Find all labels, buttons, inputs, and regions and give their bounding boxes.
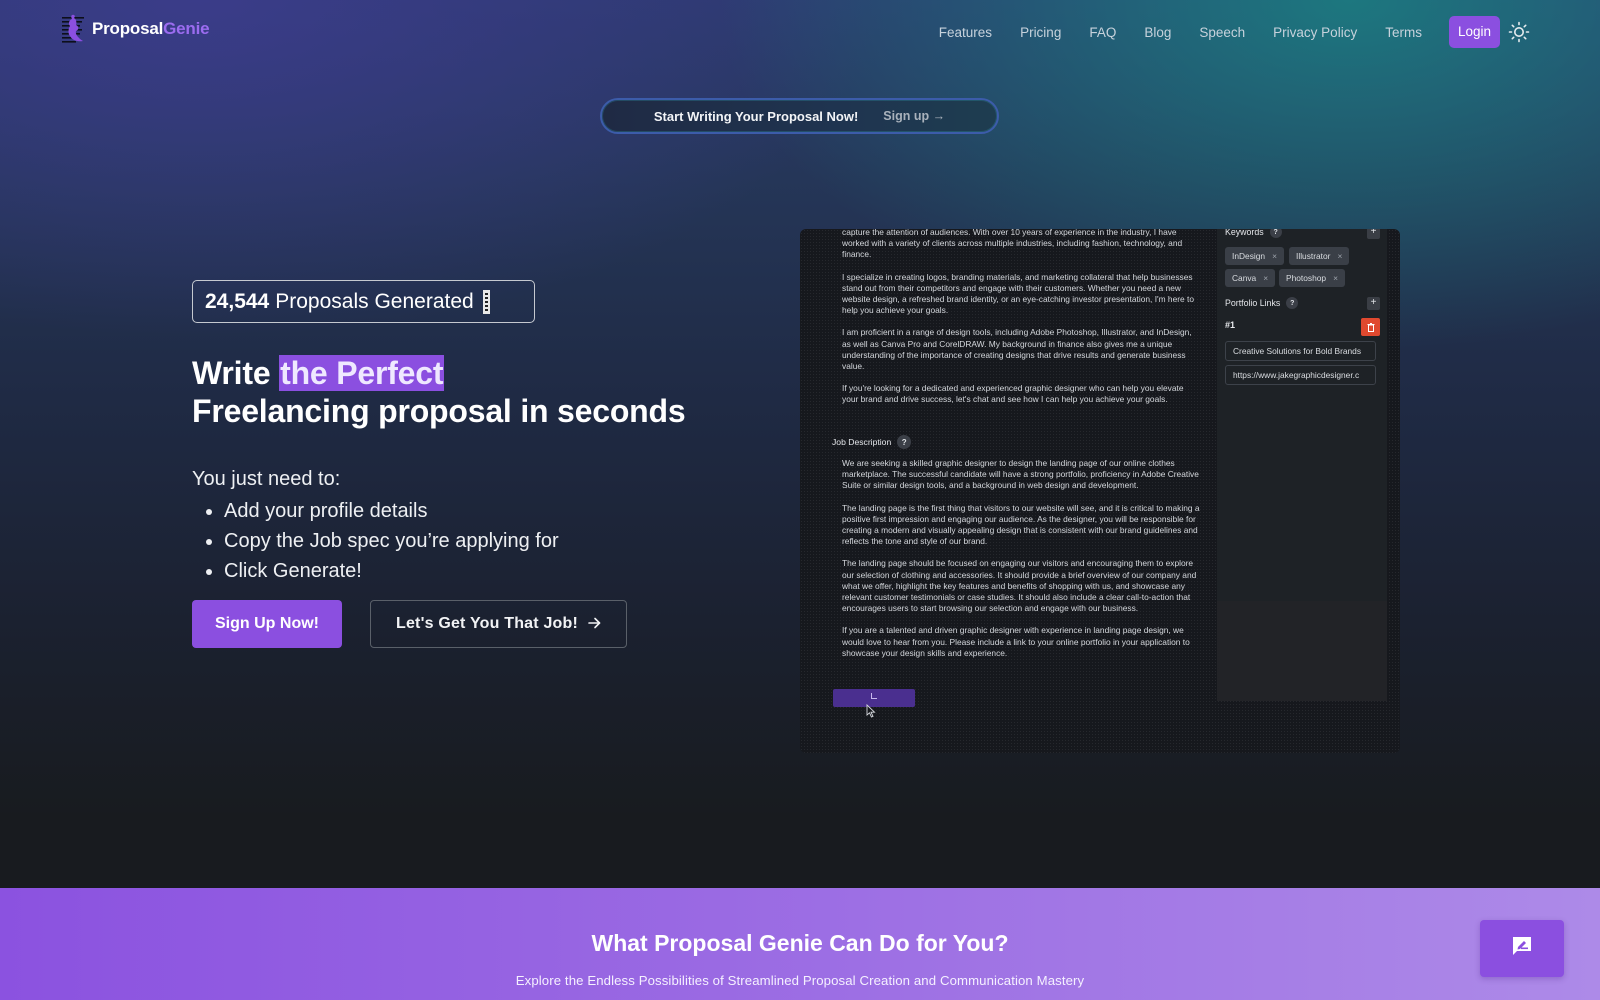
proposals-counter: 24,544 Proposals Generated <box>192 280 535 323</box>
features-subtitle: Explore the Endless Possibilities of Str… <box>515 973 1085 988</box>
nav-link-pricing[interactable]: Pricing <box>1020 25 1061 40</box>
mouse-pointer-icon <box>866 703 876 718</box>
top-navigation: ProposalGenie Features Pricing FAQ Blog … <box>0 0 1600 64</box>
keyword-chip: InDesign × <box>1225 247 1284 265</box>
remove-keyword-icon[interactable]: × <box>1263 273 1268 283</box>
delete-portfolio-link-button[interactable] <box>1361 318 1380 336</box>
features-title: What Proposal Genie Can Do for You? <box>591 930 1009 956</box>
sign-up-now-button[interactable]: Sign Up Now! <box>192 600 342 648</box>
sun-icon[interactable] <box>1508 21 1530 43</box>
keyword-label: InDesign <box>1232 251 1266 261</box>
portfolio-item-number: #1 <box>1225 320 1236 330</box>
get-that-job-label: Let's Get You That Job! <box>395 615 579 632</box>
nav-link-blog[interactable]: Blog <box>1144 25 1171 40</box>
nav-link-terms[interactable]: Terms <box>1385 25 1422 40</box>
loading-spinner-icon <box>871 693 877 699</box>
remove-keyword-icon[interactable]: × <box>1333 273 1338 283</box>
profile-paragraph: I specialize in creating logos, branding… <box>842 271 1194 316</box>
hero-headline: Write the Perfect Freelancing proposal i… <box>192 354 686 430</box>
keywords-label: Keywords ? <box>1225 229 1282 238</box>
keyword-label: Photoshop <box>1286 273 1327 283</box>
counter-value: 24,544 <box>205 289 270 313</box>
keyword-chip: Photoshop × <box>1279 269 1345 287</box>
announcement-signup-link[interactable]: Sign up → <box>883 109 945 123</box>
steps-title: You just need to: <box>192 468 341 490</box>
headline-prefix: Write <box>192 355 280 391</box>
job-description-label: Job Description ? <box>832 435 912 449</box>
step-item: Add your profile details <box>204 496 559 526</box>
headline-line-2: Freelancing proposal in seconds <box>192 393 686 429</box>
portfolio-title-input[interactable]: Creative Solutions for Bold Brands <box>1225 341 1376 361</box>
remove-keyword-icon[interactable]: × <box>1337 251 1342 261</box>
trash-icon <box>1367 322 1374 332</box>
login-button[interactable]: Login <box>1448 16 1500 48</box>
nav-link-speech[interactable]: Speech <box>1199 25 1245 40</box>
keyword-chip: Illustrator × <box>1289 247 1350 265</box>
job-description-text[interactable]: We are seeking a skilled graphic designe… <box>842 458 1200 670</box>
job-paragraph: The landing page is the first thing that… <box>842 502 1200 547</box>
keyword-label: Illustrator <box>1296 251 1331 261</box>
help-icon[interactable]: ? <box>1286 297 1299 309</box>
steps-list: You just need to: Add your profile detai… <box>192 466 559 586</box>
help-icon[interactable]: ? <box>897 435 912 449</box>
portfolio-links-label: Portfolio Links ? <box>1225 297 1299 309</box>
add-keyword-button[interactable]: + <box>1367 229 1380 239</box>
remove-keyword-icon[interactable]: × <box>1272 251 1277 261</box>
announcement-banner[interactable]: Start Writing Your Proposal Now! Sign up… <box>600 98 999 134</box>
brand-name: ProposalGenie <box>92 19 210 38</box>
keyword-label: Canva <box>1232 273 1257 283</box>
profile-paragraph: If you're looking for a dedicated and ex… <box>842 383 1184 405</box>
nav-link-features[interactable]: Features <box>939 25 992 40</box>
portfolio-links-title: Portfolio Links <box>1225 298 1281 308</box>
keywords-title: Keywords <box>1225 229 1264 237</box>
headline-highlight: the Perfect <box>279 355 445 391</box>
counter-label: Proposals Generated <box>275 289 474 313</box>
sidebar-footer <box>1217 601 1387 701</box>
arrow-right-icon <box>588 616 601 633</box>
feedback-chat-button[interactable] <box>1480 920 1564 977</box>
profile-paragraph: capture the attention of audiences. With… <box>842 229 1183 260</box>
job-description-title: Job Description <box>832 437 892 447</box>
nav-link-privacy-policy[interactable]: Privacy Policy <box>1273 25 1357 40</box>
keyword-chip: Canva × <box>1225 269 1276 287</box>
nav-links: Features Pricing FAQ Blog Speech Privacy… <box>939 16 1500 48</box>
job-paragraph: If you are a talented and driven graphic… <box>842 625 1190 658</box>
job-paragraph: The landing page should be focused on en… <box>842 558 1197 614</box>
announcement-text: Start Writing Your Proposal Now! <box>653 108 859 124</box>
add-portfolio-link-button[interactable]: + <box>1367 297 1380 310</box>
get-that-job-button[interactable]: Let's Get You That Job! <box>370 600 627 648</box>
profile-paragraph: I am proficient in a range of design too… <box>842 327 1192 372</box>
help-icon[interactable]: ? <box>1269 229 1282 238</box>
brand-logo[interactable]: ProposalGenie <box>62 14 210 44</box>
edit-message-icon <box>1511 935 1533 962</box>
nav-link-faq[interactable]: FAQ <box>1089 25 1116 40</box>
job-paragraph: We are seeking a skilled graphic designe… <box>842 458 1199 491</box>
portfolio-url-input[interactable]: https://www.jakegraphicdesigner.c <box>1225 365 1376 385</box>
genie-logo-icon <box>62 14 88 44</box>
step-item: Click Generate! <box>204 556 559 586</box>
features-section: What Proposal Genie Can Do for You? Expl… <box>0 888 1600 1000</box>
product-demo-preview: capture the attention of audiences. With… <box>800 229 1400 753</box>
profile-sidebar: Keywords ? + InDesign × Illustrator × Canv… <box>1217 229 1387 701</box>
profile-text: capture the attention of audiences. With… <box>842 229 1200 417</box>
step-item: Copy the Job spec you’re applying for <box>204 526 559 556</box>
typing-cursor-icon <box>482 289 490 314</box>
